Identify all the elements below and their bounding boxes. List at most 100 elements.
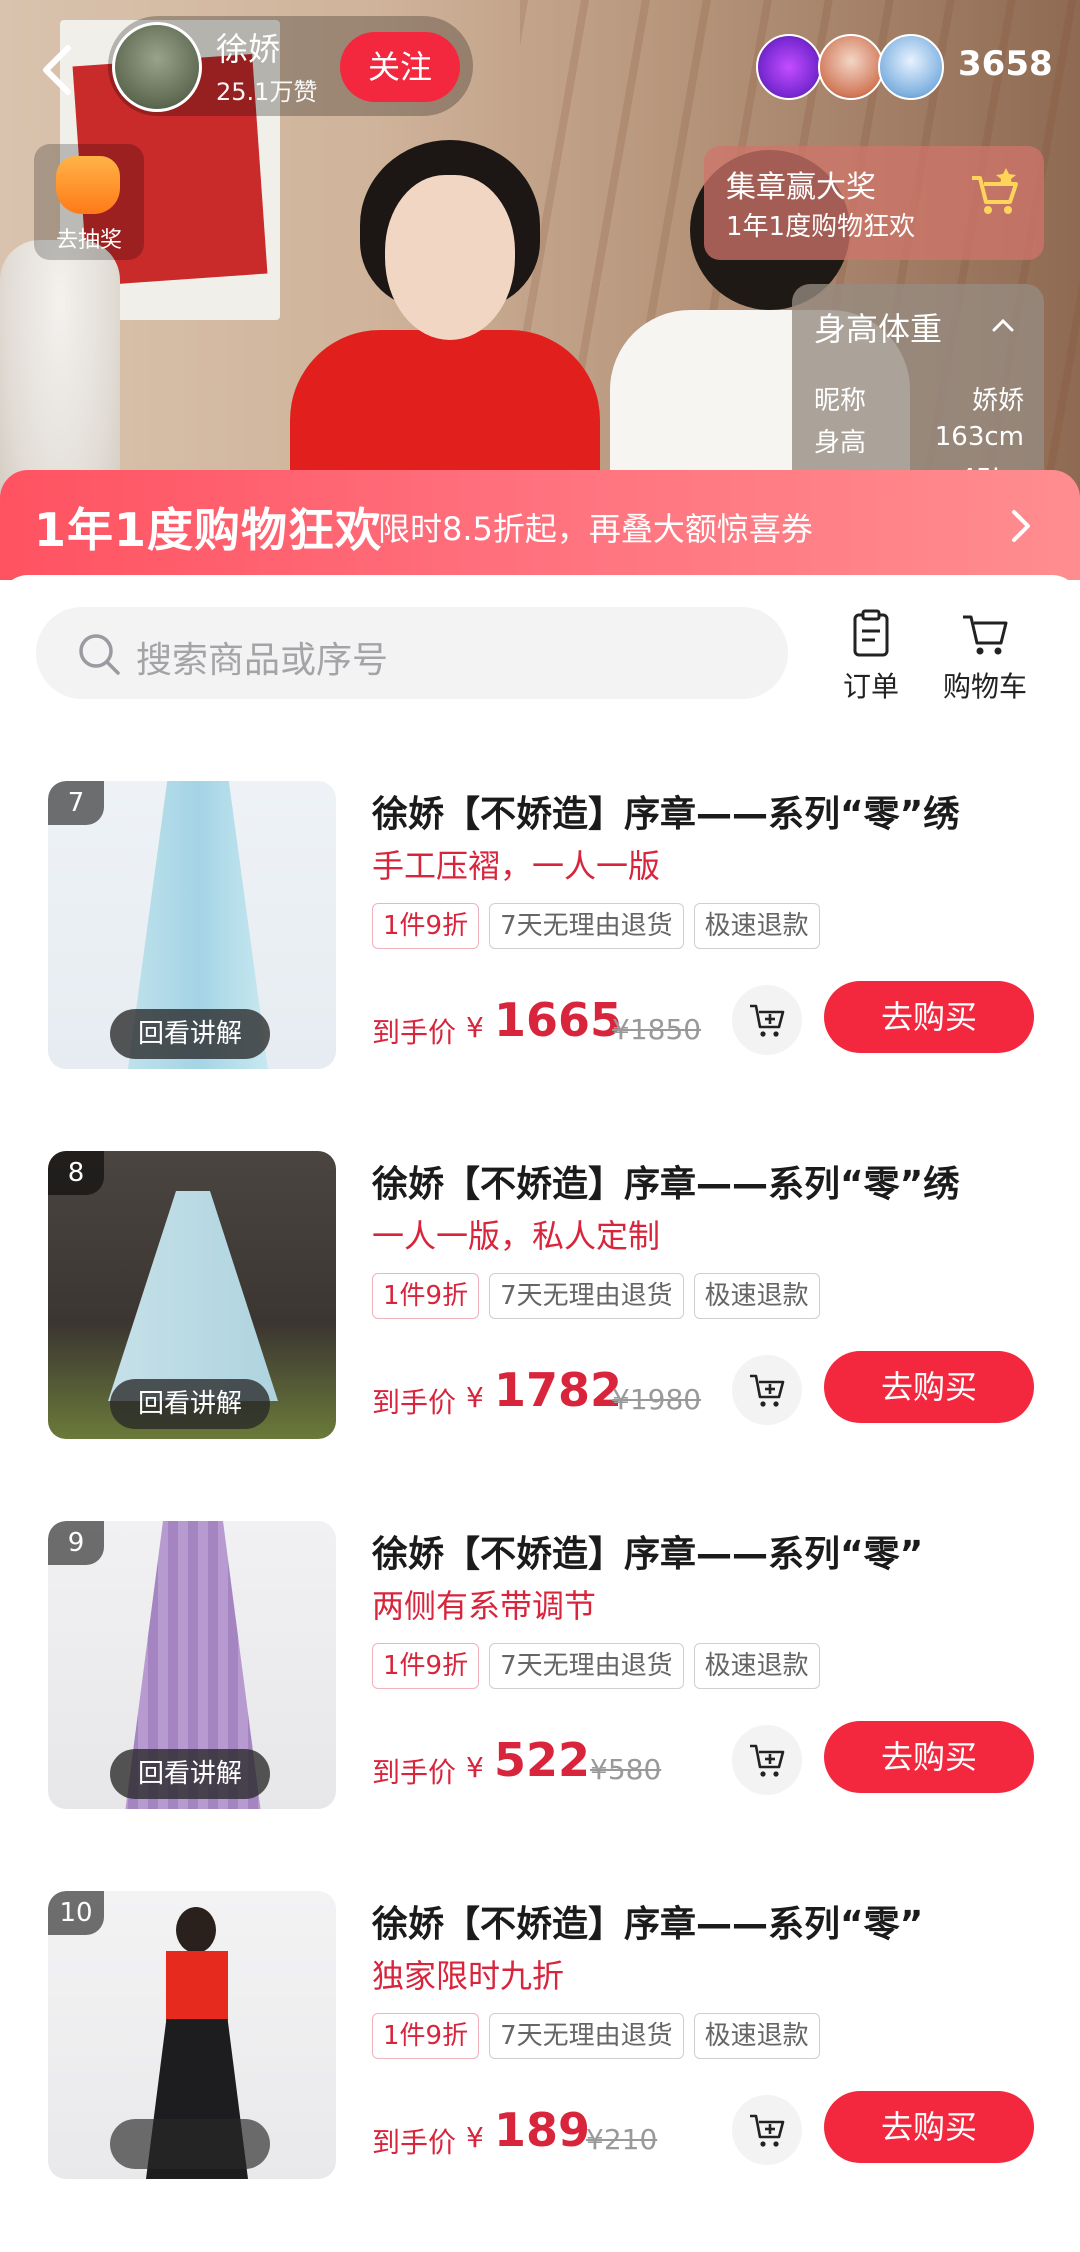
refund-tag: 极速退款	[693, 2013, 820, 2059]
product-subtitle: 手工压褶，一人一版	[372, 847, 661, 885]
orders-label: 订单	[842, 670, 899, 703]
discount-tag: 1件9折	[372, 1643, 480, 1689]
follow-button[interactable]: 关注	[340, 32, 460, 102]
search-icon	[79, 634, 120, 675]
stamp-title: 集章赢大奖	[726, 170, 876, 205]
size-key: 昵称	[814, 386, 867, 416]
size-card-title: 身高体重	[814, 310, 943, 348]
cart-label: 购物车	[942, 670, 1027, 703]
product-index: 7	[48, 781, 104, 825]
model-head	[176, 1907, 216, 1953]
product-price: 522	[494, 1733, 591, 1787]
product-card[interactable]: 8 回看讲解 徐娇【不娇造】序章——系列“零”绣 一人一版，私人定制 1件9折 …	[0, 1151, 1080, 1481]
size-value: 163cm	[934, 422, 1024, 452]
product-thumbnail[interactable]: 10	[48, 1891, 336, 2179]
size-key: 身高	[814, 428, 867, 458]
original-price: ¥1980	[612, 1383, 702, 1416]
add-cart-icon	[750, 1004, 785, 1037]
add-to-cart-button[interactable]	[732, 1355, 802, 1425]
product-thumbnail[interactable]: 9 回看讲解	[48, 1521, 336, 1809]
buy-button[interactable]: 去购买	[824, 2091, 1034, 2163]
product-price: 1665	[494, 993, 623, 1047]
host-face	[385, 175, 515, 340]
return-tag: 7天无理由退货	[489, 1273, 684, 1319]
viewer-count[interactable]: 3658	[958, 44, 1053, 84]
product-title: 徐娇【不娇造】序章——系列“零”	[372, 1904, 924, 1945]
add-cart-icon	[750, 1744, 785, 1777]
refund-tag: 极速退款	[693, 1273, 820, 1319]
product-price: 189	[494, 2103, 591, 2157]
buy-button[interactable]: 去购买	[824, 1351, 1034, 1423]
stamp-collection-card[interactable]: 集章赢大奖 1年1度购物狂欢	[704, 146, 1044, 260]
add-to-cart-button[interactable]	[732, 2095, 802, 2165]
product-tags: 1件9折 7天无理由退货 极速退款	[372, 903, 820, 949]
product-subtitle: 独家限时九折	[372, 1957, 565, 1995]
buy-button[interactable]: 去购买	[824, 981, 1034, 1053]
product-image	[166, 1951, 228, 2021]
add-cart-icon	[750, 1374, 785, 1407]
cart-button[interactable]: 购物车	[930, 607, 1040, 705]
original-price: ¥580	[590, 1753, 662, 1786]
back-arrow-icon	[43, 45, 71, 95]
product-title: 徐娇【不娇造】序章——系列“零”绣	[372, 794, 960, 835]
shopping-cart-icon	[972, 168, 1018, 214]
currency-symbol: ¥	[466, 1011, 484, 1044]
product-tags: 1件9折 7天无理由退货 极速退款	[372, 1643, 820, 1689]
product-card[interactable]: 10 徐娇【不娇造】序章——系列“零” 独家限时九折 1件9折 7天无理由退货 …	[0, 1891, 1080, 2221]
anchor-name: 徐娇	[216, 30, 281, 68]
currency-symbol: ¥	[466, 1381, 484, 1414]
size-row: 身高 163cm	[814, 422, 1024, 459]
add-to-cart-button[interactable]	[732, 1725, 802, 1795]
search-input[interactable]: 搜索商品或序号	[36, 607, 788, 699]
product-image	[108, 1191, 278, 1401]
price-label: 到手价	[372, 2126, 457, 2159]
size-value: 娇娇	[971, 386, 1024, 416]
product-sheet: 搜索商品或序号 订单 购物车 7 回看讲解 徐娇【不娇造】序章——系列“零”绣 …	[0, 575, 1080, 2252]
add-to-cart-button[interactable]	[732, 985, 802, 1055]
lucky-bag-icon	[56, 156, 120, 214]
promo-subtitle: 限时8.5折起，再叠大额惊喜券	[378, 510, 813, 548]
product-thumbnail[interactable]: 7 回看讲解	[48, 781, 336, 1069]
discount-tag: 1件9折	[372, 903, 480, 949]
product-card[interactable]: 7 回看讲解 徐娇【不娇造】序章——系列“零”绣 手工压褶，一人一版 1件9折 …	[0, 781, 1080, 1111]
buy-button[interactable]: 去购买	[824, 1721, 1034, 1793]
product-tags: 1件9折 7天无理由退货 极速退款	[372, 1273, 820, 1319]
replay-button[interactable]	[110, 2119, 270, 2169]
price-label: 到手价	[372, 1386, 457, 1419]
orders-button[interactable]: 订单	[816, 607, 926, 705]
viewer-avatar[interactable]	[756, 34, 822, 100]
original-price: ¥210	[586, 2123, 658, 2156]
product-title: 徐娇【不娇造】序章——系列“零”	[372, 1534, 924, 1575]
product-title: 徐娇【不娇造】序章——系列“零”绣	[372, 1164, 960, 1205]
replay-button[interactable]: 回看讲解	[110, 1749, 270, 1799]
stamp-subtitle: 1年1度购物狂欢	[726, 212, 916, 242]
currency-symbol: ¥	[466, 1751, 484, 1784]
replay-button[interactable]: 回看讲解	[110, 1379, 270, 1429]
viewer-avatar[interactable]	[818, 34, 884, 100]
replay-button[interactable]: 回看讲解	[110, 1009, 270, 1059]
size-row: 昵称 娇娇	[814, 380, 1024, 417]
chevron-up-icon[interactable]	[988, 310, 1018, 340]
viewer-avatar[interactable]	[878, 34, 944, 100]
product-index: 9	[48, 1521, 104, 1565]
lottery-button[interactable]: 去抽奖	[34, 144, 144, 260]
refund-tag: 极速退款	[693, 903, 820, 949]
anchor-avatar[interactable]	[112, 22, 202, 112]
add-cart-icon	[750, 2114, 785, 2147]
product-thumbnail[interactable]: 8 回看讲解	[48, 1151, 336, 1439]
product-index: 10	[48, 1891, 104, 1935]
promo-banner[interactable]: 1年1度购物狂欢 限时8.5折起，再叠大额惊喜券	[0, 470, 1080, 580]
original-price: ¥1850	[612, 1013, 702, 1046]
back-button[interactable]	[38, 42, 78, 98]
product-index: 8	[48, 1151, 104, 1195]
shopping-cart-icon	[963, 615, 1008, 655]
promo-title: 1年1度购物狂欢	[34, 503, 383, 557]
product-subtitle: 一人一版，私人定制	[372, 1217, 661, 1255]
price-label: 到手价	[372, 1016, 457, 1049]
clipboard-icon	[853, 609, 889, 657]
product-card[interactable]: 9 回看讲解 徐娇【不娇造】序章——系列“零” 两侧有系带调节 1件9折 7天无…	[0, 1521, 1080, 1851]
anchor-likes: 25.1万赞	[216, 78, 318, 106]
product-subtitle: 两侧有系带调节	[372, 1587, 597, 1625]
refund-tag: 极速退款	[693, 1643, 820, 1689]
discount-tag: 1件9折	[372, 2013, 480, 2059]
